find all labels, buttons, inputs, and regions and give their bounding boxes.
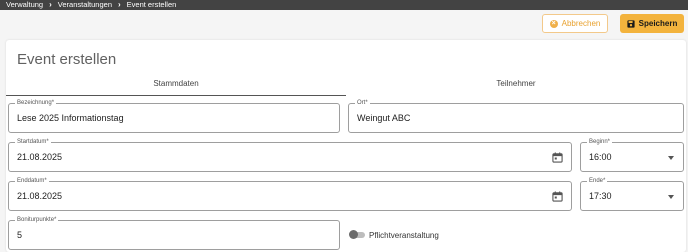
cancel-icon: × — [549, 19, 558, 28]
breadcrumb-item-current: Event erstellen — [126, 0, 177, 9]
toggle-knob — [349, 230, 358, 239]
beginn-value: 16:00 — [589, 152, 612, 162]
pflichtveranstaltung-toggle[interactable] — [349, 230, 365, 239]
ort-field[interactable]: Ort* Weingut ABC — [348, 99, 684, 133]
startdatum-field[interactable]: Startdatum* 21.08.2025 — [8, 138, 572, 172]
beginn-select[interactable]: Beginn* 16:00 — [580, 138, 684, 172]
breadcrumb: Verwaltung › Veranstaltungen › Event ers… — [0, 0, 688, 10]
tab-teilnehmer[interactable]: Teilnehmer — [346, 78, 686, 95]
save-button-label: Speichern — [638, 19, 678, 28]
beginn-label: Beginn* — [587, 138, 613, 146]
chevron-right-icon: › — [49, 0, 52, 9]
ende-value: 17:30 — [589, 191, 612, 201]
breadcrumb-item-verwaltung[interactable]: Verwaltung — [6, 0, 43, 10]
save-icon — [627, 19, 635, 28]
bezeichnung-field[interactable]: Bezeichnung* Lese 2025 Informationstag — [8, 99, 340, 133]
calendar-icon[interactable] — [552, 152, 563, 163]
caret-down-icon — [668, 156, 674, 160]
chevron-right-icon: › — [118, 0, 121, 9]
startdatum-value: 21.08.2025 — [17, 152, 63, 162]
ort-label: Ort* — [355, 99, 370, 107]
breadcrumb-item-veranstaltungen[interactable]: Veranstaltungen — [58, 0, 112, 10]
page-title: Event erstellen — [17, 51, 117, 68]
ende-select[interactable]: Ende* 17:30 — [580, 177, 684, 211]
tab-stammdaten[interactable]: Stammdaten — [6, 78, 346, 96]
ende-label: Ende* — [587, 177, 608, 185]
save-button[interactable]: Speichern — [620, 14, 684, 33]
pflichtveranstaltung-label: Pflichtveranstaltung — [369, 231, 439, 240]
calendar-icon[interactable] — [552, 191, 563, 202]
cancel-button-label: Abbrechen — [561, 19, 601, 28]
enddatum-field[interactable]: Enddatum* 21.08.2025 — [8, 177, 572, 211]
bezeichnung-label: Bezeichnung* — [15, 99, 57, 107]
caret-down-icon — [668, 195, 674, 199]
ort-value: Weingut ABC — [357, 113, 411, 123]
boniturpunkte-label: Boniturpunkte* — [15, 216, 59, 224]
enddatum-label: Enddatum* — [15, 177, 49, 185]
boniturpunkte-value: 5 — [17, 230, 23, 240]
startdatum-label: Startdatum* — [15, 138, 51, 146]
boniturpunkte-field[interactable]: Boniturpunkte* 5 — [8, 216, 340, 250]
bezeichnung-value: Lese 2025 Informationstag — [17, 113, 124, 123]
enddatum-value: 21.08.2025 — [17, 191, 63, 201]
cancel-button[interactable]: × Abbrechen — [542, 14, 608, 33]
